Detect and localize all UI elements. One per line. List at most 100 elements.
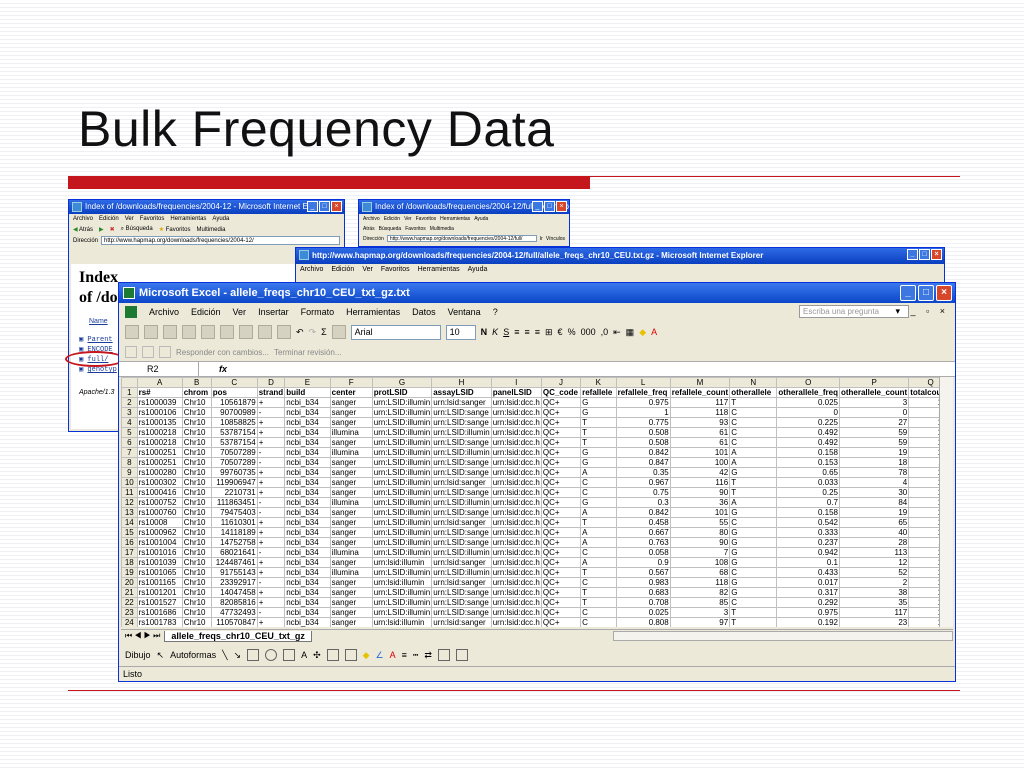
- menu-herramientas[interactable]: Herramientas: [418, 266, 460, 273]
- cell[interactable]: urn:LSID:illumin: [371, 517, 433, 528]
- cell[interactable]: 1: [615, 407, 671, 418]
- cell[interactable]: sanger: [329, 477, 373, 488]
- cell[interactable]: QC+: [540, 607, 582, 618]
- cell[interactable]: sanger: [329, 597, 373, 608]
- cell[interactable]: 10858825: [210, 417, 258, 428]
- cell[interactable]: 59: [838, 427, 910, 438]
- cell[interactable]: +: [256, 617, 286, 627]
- cell[interactable]: 28: [838, 537, 910, 548]
- row-number[interactable]: 13: [121, 507, 138, 518]
- cell[interactable]: 118: [669, 577, 731, 588]
- cell[interactable]: Chr10: [181, 497, 212, 508]
- minimize-icon[interactable]: _: [307, 201, 318, 212]
- cell[interactable]: 59: [838, 437, 910, 448]
- cell[interactable]: 61: [669, 427, 731, 438]
- vertical-scrollbar[interactable]: [939, 377, 953, 627]
- cell[interactable]: Chr10: [181, 447, 212, 458]
- cell[interactable]: rs1001527: [136, 597, 183, 608]
- row-number[interactable]: 11: [121, 487, 138, 498]
- title-bar[interactable]: http://www.hapmap.org/downloads/frequenc…: [296, 248, 944, 264]
- cell[interactable]: illumina: [329, 427, 373, 438]
- cell[interactable]: 0.763: [615, 537, 671, 548]
- cell[interactable]: rs1001165: [136, 577, 183, 588]
- cell[interactable]: QC+: [540, 487, 582, 498]
- cell[interactable]: urn:LSID:illumin: [371, 417, 433, 428]
- cell[interactable]: urn:LSID:sange: [431, 417, 492, 428]
- menu-datos[interactable]: Datos: [412, 307, 436, 317]
- font-color-icon[interactable]: A: [651, 327, 657, 337]
- cell[interactable]: QC+: [540, 497, 582, 508]
- minimize-icon[interactable]: _: [532, 201, 543, 212]
- column-header[interactable]: K: [580, 377, 617, 388]
- cell[interactable]: C: [729, 517, 778, 528]
- drawing-menu[interactable]: Dibujo: [125, 650, 151, 660]
- cell[interactable]: C: [729, 437, 778, 448]
- new-icon[interactable]: [125, 325, 139, 339]
- cell[interactable]: 79475403: [210, 507, 258, 518]
- cell[interactable]: 0.025: [615, 607, 671, 618]
- clipart-icon[interactable]: [326, 649, 339, 661]
- cell[interactable]: 14118189: [210, 527, 258, 538]
- fill-icon[interactable]: ◆: [363, 650, 370, 661]
- column-header[interactable]: H: [431, 377, 492, 388]
- menu-ayuda[interactable]: Ayuda: [474, 216, 488, 222]
- cell[interactable]: urn:lsid:dcc.h: [490, 487, 542, 498]
- menu-favoritos[interactable]: Favoritos: [416, 216, 437, 222]
- cell[interactable]: G: [729, 547, 778, 558]
- cell[interactable]: 117: [838, 607, 910, 618]
- header-cell[interactable]: panelLSID: [490, 387, 542, 398]
- bold-icon[interactable]: N: [481, 327, 488, 337]
- cell[interactable]: urn:lsid:dcc.h: [490, 407, 542, 418]
- row-number[interactable]: 6: [121, 437, 138, 448]
- cell[interactable]: 90700989: [210, 407, 258, 418]
- cell[interactable]: 99760735: [210, 467, 258, 478]
- cell[interactable]: T: [580, 587, 617, 598]
- cell[interactable]: -: [256, 547, 286, 558]
- merge-icon[interactable]: ⊞: [545, 327, 553, 338]
- cell[interactable]: urn:lsid:dcc.h: [490, 427, 542, 438]
- minimize-icon[interactable]: _: [900, 285, 916, 301]
- cell[interactable]: 0.025: [776, 397, 840, 408]
- cell[interactable]: 108: [669, 557, 731, 568]
- row-number[interactable]: 24: [121, 617, 138, 627]
- spelling-icon[interactable]: [239, 325, 253, 339]
- address-input[interactable]: http://www.hapmap.org/downloads/frequenc…: [386, 235, 537, 242]
- cell[interactable]: Chr10: [181, 517, 212, 528]
- cell[interactable]: ncbi_b34: [284, 477, 331, 488]
- row-number[interactable]: 20: [121, 577, 138, 588]
- cell[interactable]: urn:lsid:dcc.h: [490, 577, 542, 588]
- cell[interactable]: rs1001201: [136, 587, 183, 598]
- cell[interactable]: 70507289: [210, 447, 258, 458]
- cell[interactable]: +: [256, 557, 286, 568]
- menu-ayuda[interactable]: Ayuda: [212, 216, 229, 222]
- cell[interactable]: sanger: [329, 607, 373, 618]
- cell[interactable]: T: [729, 397, 778, 408]
- cell[interactable]: urn:LSID:illumin: [371, 597, 433, 608]
- cell[interactable]: sanger: [329, 467, 373, 478]
- cell[interactable]: urn:LSID:sange: [431, 467, 492, 478]
- cell[interactable]: 0.1: [776, 557, 840, 568]
- row-number[interactable]: 10: [121, 477, 138, 488]
- maximize-icon[interactable]: □: [544, 201, 555, 212]
- cell[interactable]: rs1000135: [136, 417, 183, 428]
- cell[interactable]: 110570847: [210, 617, 258, 627]
- cell[interactable]: 0.975: [615, 397, 671, 408]
- cell[interactable]: rs1000106: [136, 407, 183, 418]
- cell[interactable]: urn:lsid:dcc.h: [490, 567, 542, 578]
- header-cell[interactable]: refallele: [580, 387, 617, 398]
- cell[interactable]: urn:LSID:sange: [431, 407, 492, 418]
- column-header[interactable]: I: [490, 377, 542, 388]
- cell[interactable]: urn:LSID:illumin: [371, 527, 433, 538]
- cell[interactable]: urn:lsid:dcc.h: [490, 477, 542, 488]
- cell[interactable]: 0.842: [615, 447, 671, 458]
- cell[interactable]: C: [580, 577, 617, 588]
- cell[interactable]: 116: [669, 477, 731, 488]
- cell[interactable]: rs1000251: [136, 457, 183, 468]
- address-input[interactable]: http://www.hapmap.org/downloads/frequenc…: [101, 236, 340, 245]
- cell[interactable]: urn:lsid:dcc.h: [490, 617, 542, 627]
- cell[interactable]: +: [256, 417, 286, 428]
- cell[interactable]: urn:LSID:illumin: [371, 587, 433, 598]
- cell[interactable]: Chr10: [181, 507, 212, 518]
- cell[interactable]: -: [256, 507, 286, 518]
- rectangle-icon[interactable]: [247, 649, 260, 661]
